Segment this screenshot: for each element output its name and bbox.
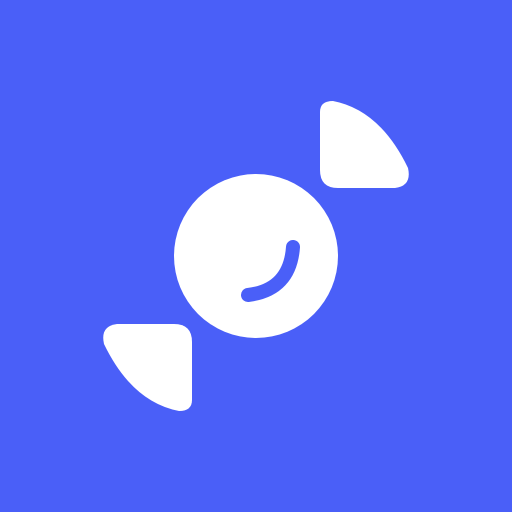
- app-icon-canvas: [0, 0, 512, 512]
- candy-body: [174, 174, 338, 338]
- candy-icon: [0, 0, 512, 512]
